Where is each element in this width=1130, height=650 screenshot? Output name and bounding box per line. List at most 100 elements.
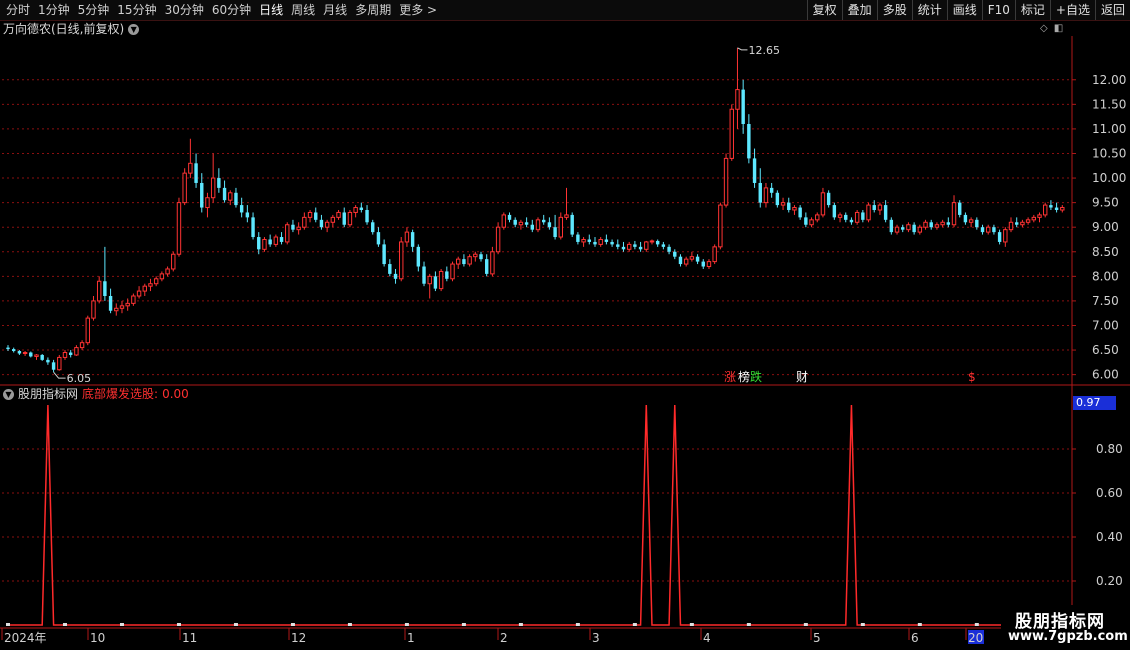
candle-body-up <box>182 172 187 204</box>
candle-body-down <box>678 256 683 265</box>
candle-body-down <box>410 232 415 247</box>
candle-body-down <box>752 158 757 183</box>
candle-body-down <box>912 224 916 233</box>
candle-body-up <box>558 216 564 238</box>
candle-body-up <box>581 238 586 243</box>
event-marker: $ <box>968 370 976 384</box>
candle-body-down <box>883 205 888 220</box>
candle-body-down <box>849 219 854 223</box>
baseline-marker <box>518 623 523 626</box>
indicator-name[interactable]: 股朋指标网 <box>18 387 78 401</box>
candle-body-up <box>729 108 734 159</box>
candle-body-down <box>610 241 614 245</box>
candle-body-up <box>142 285 147 292</box>
time-axis-label: 2 <box>500 631 508 645</box>
price-tick-label: 12.00 <box>1092 73 1126 87</box>
candle-body-down <box>51 362 56 370</box>
price-tick-label: 8.00 <box>1092 269 1119 283</box>
candle-body-down <box>6 347 10 350</box>
candle-body-up <box>171 253 176 270</box>
candle-body-up <box>689 256 695 260</box>
candle-body-down <box>832 205 837 218</box>
candle-body-up <box>1003 229 1008 243</box>
candle-body-down <box>946 222 951 225</box>
event-marker: 榜 <box>738 369 750 384</box>
baseline-marker <box>347 623 352 626</box>
chevron-down-icon[interactable]: ▼ <box>3 388 14 400</box>
watermark-url: www.7gpzb.com <box>1008 629 1128 644</box>
time-axis-label: 20 <box>968 631 983 645</box>
price-tick-label: 7.00 <box>1092 318 1119 332</box>
candle-body-down <box>513 219 517 225</box>
candle-body-up <box>153 278 159 285</box>
indicator-value: 0.00 <box>162 387 189 401</box>
candle-body-up <box>347 211 353 226</box>
candle-body-down <box>997 232 1002 242</box>
baseline-marker <box>917 623 922 626</box>
candle-body-down <box>291 224 295 230</box>
time-axis-label: 10 <box>90 631 105 645</box>
candle-body-down <box>872 205 876 210</box>
candle-body-up <box>119 305 125 309</box>
price-tick-label: 7.50 <box>1092 294 1119 308</box>
candle-body-down <box>695 256 700 262</box>
candle-body-down <box>29 352 33 357</box>
baseline-marker <box>404 623 409 626</box>
candle-body-up <box>490 251 495 275</box>
signal-line <box>8 404 1063 626</box>
current-value-box: 0.97 <box>1073 396 1116 410</box>
price-tick-label: 9.50 <box>1092 196 1119 210</box>
price-tick-label: 10.50 <box>1092 146 1126 160</box>
candle-body-up <box>894 226 900 233</box>
candle-body-up <box>683 258 689 265</box>
baseline-marker <box>803 623 808 626</box>
candle-body-up <box>188 162 193 174</box>
baseline-marker <box>233 623 238 626</box>
baseline-marker <box>119 623 124 626</box>
price-tick-label: 8.50 <box>1092 245 1119 259</box>
candle-body-down <box>257 237 261 250</box>
candle-body-down <box>433 276 438 289</box>
price-tick-label: 6.00 <box>1092 368 1119 382</box>
candle-body-down <box>46 359 50 363</box>
candle-body-down <box>775 192 780 206</box>
candle-body-down <box>365 210 369 223</box>
candle-body-up <box>815 214 820 221</box>
candle-body-up <box>968 219 974 223</box>
candle-body-down <box>638 246 643 250</box>
candle-body-down <box>826 192 831 206</box>
baseline-marker <box>689 623 694 626</box>
candle-body-down <box>17 351 22 354</box>
candle-body-down <box>279 237 284 242</box>
axis-layer: 6.006.507.007.508.008.509.009.5010.0010.… <box>1 73 1126 645</box>
candle-body-down <box>314 212 318 220</box>
candle-body-down <box>268 239 272 245</box>
candlestick-chart[interactable]: 6.006.507.007.508.008.509.009.5010.0010.… <box>0 0 1130 650</box>
candle-body-down <box>889 219 894 233</box>
candle-body-down <box>747 124 751 159</box>
baseline-marker <box>746 623 751 626</box>
candle-body-down <box>359 207 364 210</box>
baseline-marker <box>461 623 466 626</box>
candle-body-down <box>200 182 204 208</box>
candle-body-down <box>68 352 73 355</box>
candle-body-up <box>1042 204 1048 216</box>
candle-body-up <box>626 243 632 250</box>
candle-body-down <box>963 214 968 223</box>
candle-body-up <box>854 211 860 223</box>
candle-body-up <box>735 89 740 110</box>
candle-body-up <box>324 221 330 228</box>
candle-body-down <box>239 205 244 213</box>
candle-body-up <box>228 192 233 201</box>
baseline-marker <box>860 623 865 626</box>
time-axis-label: 3 <box>592 631 600 645</box>
candle-body-down <box>251 217 255 238</box>
candle-body-down <box>1015 222 1019 225</box>
candle-body-down <box>416 246 421 267</box>
candle-body-down <box>553 227 557 238</box>
candle-body-down <box>673 251 677 257</box>
candle-body-up <box>792 207 797 211</box>
candle-body-up <box>644 241 649 250</box>
candle-body-down <box>245 212 250 218</box>
candle-body-down <box>319 219 324 228</box>
